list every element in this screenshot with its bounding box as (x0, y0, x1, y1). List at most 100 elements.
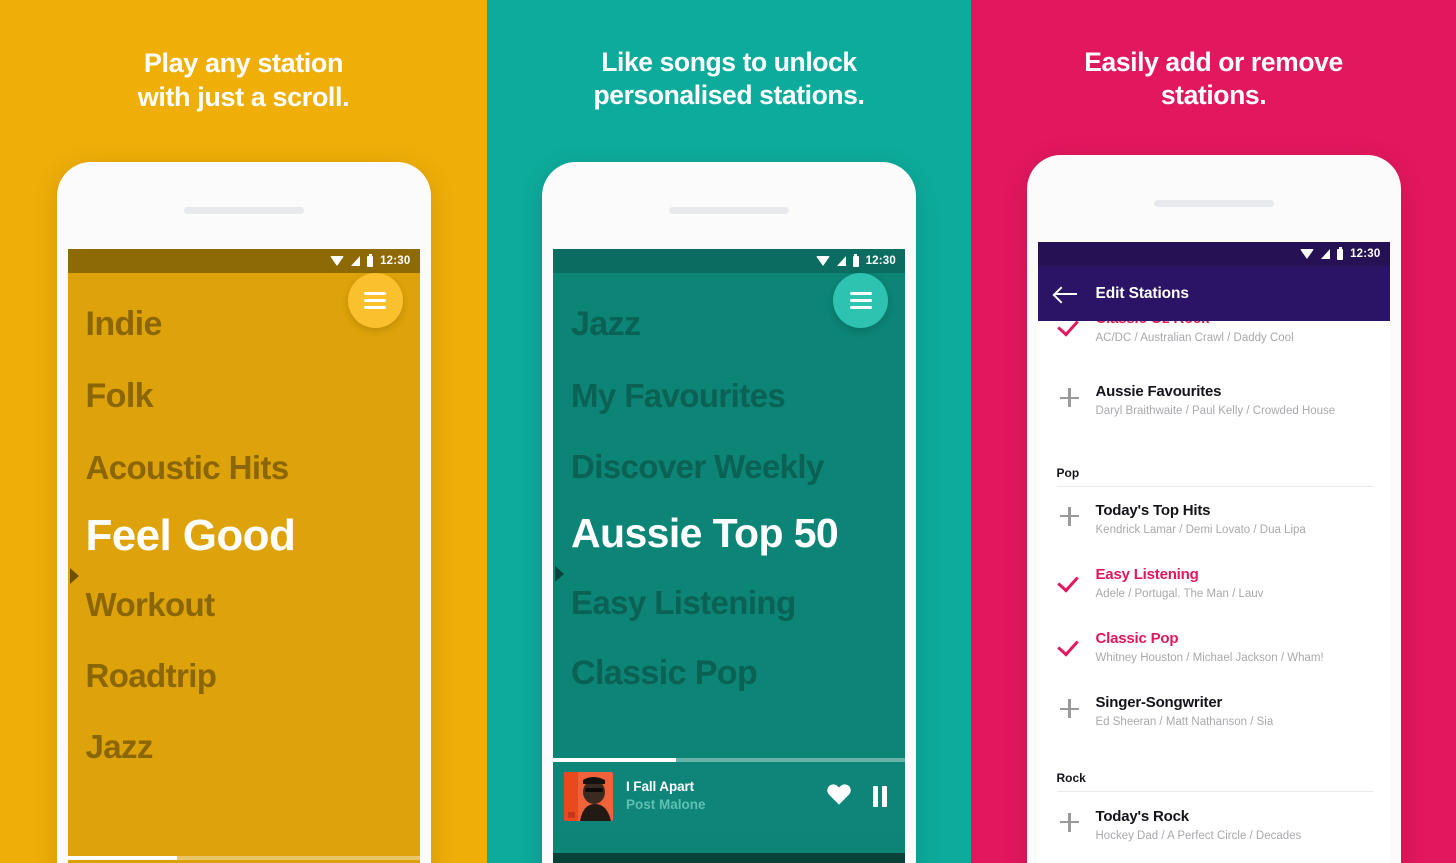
row-text: Today's Top Hits Kendrick Lamar / Demi L… (1096, 500, 1373, 539)
station-item[interactable]: Workout (86, 588, 410, 621)
station-item[interactable]: Folk (86, 379, 410, 413)
station-wheel-1[interactable]: Classic R&B Indie Folk Acoustic Hits Fee… (67, 249, 420, 863)
battery-icon (1337, 246, 1344, 260)
station-name: Today's Rock (1095, 807, 1190, 825)
hamburger-line (849, 306, 872, 309)
menu-fab-button[interactable] (347, 273, 403, 328)
check-icon[interactable] (1059, 571, 1080, 592)
promo-panel-edit-stations: Easily add or remove stations. 12:30 Edi… (971, 0, 1456, 863)
promo-panel-like-songs: Like songs to unlock personalised statio… (487, 0, 971, 863)
status-bar-time: 12:30 (1350, 248, 1381, 260)
signal-icon (351, 256, 361, 266)
row-toggle[interactable] (1057, 806, 1083, 832)
group-header: Pop (1056, 465, 1080, 480)
page-title: Edit Stations (1095, 284, 1190, 302)
station-list-1: Classic R&B Indie Folk Acoustic Hits Fee… (86, 249, 410, 763)
headline-line-2: personalised stations. (593, 80, 865, 111)
hamburger-line (849, 292, 872, 295)
station-artists: Kendrick Lamar / Demi Lovato / Dua Lipa (1095, 523, 1306, 536)
station-name: Aussie Favourites (1095, 383, 1222, 401)
plus-icon[interactable] (1060, 506, 1079, 526)
back-arrow-icon[interactable] (1054, 286, 1077, 302)
headline-line-1: Easily add or remove (1084, 47, 1343, 77)
station-artists: Daryl Braithwaite / Paul Kelly / Crowded… (1095, 405, 1336, 418)
promo-panel-play-any-station: Play any station with just a scroll. 12:… (0, 0, 487, 863)
now-playing-meta: I Fall Apart Post Malone (626, 778, 813, 814)
pause-icon[interactable] (873, 785, 887, 807)
station-item[interactable]: Jazz (86, 730, 410, 763)
hamburger-line (364, 306, 386, 309)
wifi-icon (1300, 249, 1315, 259)
hamburger-line (364, 292, 386, 295)
track-artist: Post Malone (626, 797, 706, 812)
row-text: Classic Pop Whitney Houston / Michael Ja… (1096, 628, 1373, 667)
battery-icon (852, 253, 859, 267)
panel-1-headline: Play any station with just a scroll. (0, 46, 487, 114)
station-item[interactable]: Discover Weekly (571, 450, 895, 483)
signal-icon (836, 256, 846, 266)
status-bar-1: 12:30 (67, 249, 420, 273)
plus-icon[interactable] (1060, 388, 1079, 408)
station-item[interactable]: Easy Listening (571, 586, 895, 619)
status-bar-time: 12:30 (380, 255, 411, 267)
status-bar-3: 12:30 (1037, 242, 1390, 266)
headline-line-1: Play any station (143, 48, 344, 78)
headline-line-1: Like songs to unlock (601, 47, 857, 77)
headline-line-2: with just a scroll. (137, 82, 350, 113)
track-title: I Fall Apart (626, 778, 695, 794)
station-row[interactable]: Classic Pop Whitney Houston / Michael Ja… (1038, 612, 1390, 676)
row-toggle[interactable] (1057, 500, 1083, 526)
station-name: Today's Top Hits (1095, 501, 1211, 519)
status-bar-2: 12:30 (553, 249, 905, 273)
wifi-icon (330, 256, 345, 266)
phone-speaker-grille (669, 207, 789, 214)
selection-marker-icon (69, 568, 79, 584)
battery-icon (367, 253, 374, 267)
signal-icon (1321, 249, 1331, 259)
now-playing-controls (826, 782, 891, 811)
plus-icon[interactable] (1060, 812, 1079, 832)
row-toggle[interactable] (1057, 564, 1083, 592)
app-bar: Edit Stations (1037, 266, 1390, 321)
station-row[interactable]: Today's Top Hits Kendrick Lamar / Demi L… (1038, 487, 1390, 548)
row-toggle[interactable] (1057, 692, 1083, 719)
station-item[interactable]: Acoustic Hits (86, 451, 410, 484)
station-item-active[interactable]: Feel Good (86, 514, 410, 558)
panel-2-headline: Like songs to unlock personalised statio… (487, 46, 971, 113)
row-text: Easy Listening Adele / Portugal. The Man… (1096, 564, 1373, 603)
station-row[interactable]: Aussie Favourites Daryl Braithwaite / Pa… (1038, 372, 1390, 429)
phone-speaker-grille (183, 207, 304, 214)
row-toggle[interactable] (1057, 381, 1083, 408)
selection-marker-icon (555, 566, 564, 582)
station-artists: Ed Sheeran / Matt Nathanson / Sia (1095, 716, 1274, 729)
row-text: Aussie Favourites Daryl Braithwaite / Pa… (1096, 381, 1373, 420)
hamburger-line (849, 299, 872, 302)
phone-1-screen: 12:30 Classic R&B Indie Folk Acoustic Hi… (67, 249, 420, 863)
station-item[interactable]: Classic Pop (571, 656, 895, 690)
station-item[interactable]: My Favourites (571, 379, 895, 412)
album-artwork (564, 771, 613, 821)
station-item-active[interactable]: Aussie Top 50 (571, 513, 895, 554)
now-playing-bar-2[interactable]: I Fall Apart Post Malone (553, 762, 905, 830)
phone-speaker-grille (1153, 200, 1274, 207)
check-icon[interactable] (1059, 635, 1080, 656)
phone-mockup-2: 12:30 Workout Jazz My Favourites Discove… (542, 162, 916, 863)
row-toggle[interactable] (1057, 628, 1083, 656)
status-bar-time: 12:30 (865, 255, 896, 267)
hamburger-line (364, 299, 386, 302)
station-row[interactable]: Today's Rock Hockey Dad / A Perfect Circ… (1038, 792, 1390, 854)
station-row[interactable]: Easy Listening Adele / Portugal. The Man… (1038, 548, 1390, 612)
station-list-scroll[interactable]: Classic Oz Rock AC/DC / Australian Crawl… (1038, 310, 1390, 863)
station-name: Singer-Songwriter (1095, 694, 1223, 712)
plus-icon[interactable] (1060, 699, 1079, 719)
heart-filled-icon[interactable] (826, 782, 852, 811)
row-text: Singer-Songwriter Ed Sheeran / Matt Nath… (1096, 692, 1373, 731)
edit-stations-screen: Edit Stations Classic Oz Rock AC/DC / Au… (1037, 266, 1390, 863)
menu-fab-button[interactable] (833, 273, 888, 328)
wifi-icon (815, 256, 830, 266)
station-name: Easy Listening (1095, 565, 1199, 583)
station-item[interactable]: Roadtrip (86, 659, 410, 692)
station-row[interactable]: Singer-Songwriter Ed Sheeran / Matt Nath… (1038, 676, 1390, 740)
group-header: Rock (1056, 770, 1086, 785)
